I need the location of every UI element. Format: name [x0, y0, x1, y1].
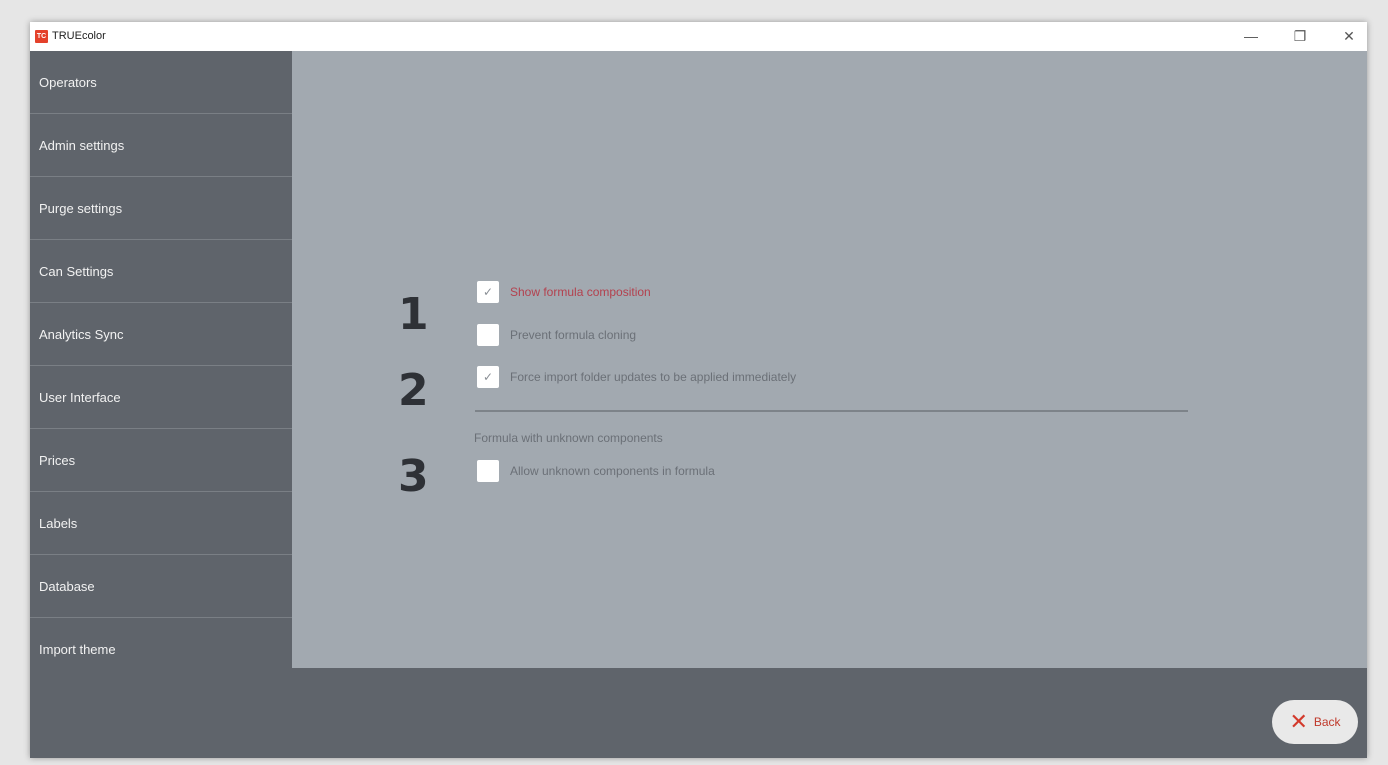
sidebar-item-label: Database — [39, 578, 95, 594]
sidebar-item-label: User Interface — [39, 389, 121, 405]
force-import-updates-checkbox[interactable]: ✓ — [477, 366, 499, 388]
sidebar-item-labels[interactable]: Labels — [30, 492, 292, 555]
app-window: TC TRUEcolor — ❐ ✕ Operators Admin setti… — [30, 22, 1367, 758]
sidebar-item-label: Purge settings — [39, 200, 123, 216]
show-formula-composition-option[interactable]: ✓ Show formula composition — [477, 281, 651, 303]
sidebar-item-admin-settings[interactable]: Admin settings — [30, 114, 292, 177]
minimize-button[interactable]: — — [1237, 26, 1265, 46]
close-button[interactable]: ✕ — [1335, 26, 1363, 46]
back-button[interactable]: ✕ Back — [1272, 700, 1358, 744]
sidebar-item-analytics-sync[interactable]: Analytics Sync — [30, 303, 292, 366]
sidebar-item-user-interface[interactable]: User Interface — [30, 366, 292, 429]
sidebar-item-label: Labels — [39, 515, 78, 531]
force-import-updates-label: Force import folder updates to be applie… — [510, 370, 797, 384]
force-import-updates-option[interactable]: ✓ Force import folder updates to be appl… — [477, 366, 796, 388]
sidebar-item-label: Analytics Sync — [39, 326, 124, 342]
footer-bar — [292, 668, 1367, 758]
sidebar-nav: Operators Admin settings Purge settings … — [30, 51, 292, 758]
sidebar-item-operators[interactable]: Operators — [30, 51, 292, 114]
sidebar-item-can-settings[interactable]: Can Settings — [30, 240, 292, 303]
section-divider — [475, 410, 1188, 412]
sidebar-item-import-theme[interactable]: Import theme — [30, 618, 292, 681]
allow-unknown-components-option[interactable]: Allow unknown components in formula — [477, 460, 715, 482]
allow-unknown-components-checkbox[interactable] — [477, 460, 499, 482]
settings-panel: 1 2 3 ✓ Show formula composition Prevent… — [292, 51, 1367, 668]
annotation-number-1: 1 — [398, 289, 429, 340]
sidebar-item-prices[interactable]: Prices — [30, 429, 292, 492]
sidebar-item-purge-settings[interactable]: Purge settings — [30, 177, 292, 240]
annotation-number-2: 2 — [398, 365, 429, 416]
window-title: TRUEcolor — [52, 30, 106, 42]
sidebar-item-label: Operators — [39, 74, 97, 90]
unknown-components-section-title: Formula with unknown components — [474, 431, 663, 445]
sidebar-item-label: Prices — [39, 452, 76, 468]
prevent-formula-cloning-option[interactable]: Prevent formula cloning — [477, 324, 636, 346]
prevent-formula-cloning-checkbox[interactable] — [477, 324, 499, 346]
sidebar-item-label: Can Settings — [39, 263, 114, 279]
title-bar[interactable]: TC TRUEcolor — ❐ ✕ — [30, 22, 1367, 51]
restore-button[interactable]: ❐ — [1286, 26, 1314, 46]
prevent-formula-cloning-label: Prevent formula cloning — [510, 328, 637, 342]
show-formula-composition-checkbox[interactable]: ✓ — [477, 281, 499, 303]
close-x-icon: ✕ — [1289, 709, 1308, 734]
sidebar-item-label: Import theme — [39, 642, 116, 657]
app-logo-icon: TC — [35, 30, 48, 43]
sidebar-item-label: Admin settings — [39, 137, 125, 153]
allow-unknown-components-label: Allow unknown components in formula — [510, 464, 715, 478]
sidebar-item-database[interactable]: Database — [30, 555, 292, 618]
annotation-number-3: 3 — [398, 451, 429, 502]
show-formula-composition-label: Show formula composition — [510, 285, 651, 299]
back-button-label: Back — [1313, 715, 1341, 729]
